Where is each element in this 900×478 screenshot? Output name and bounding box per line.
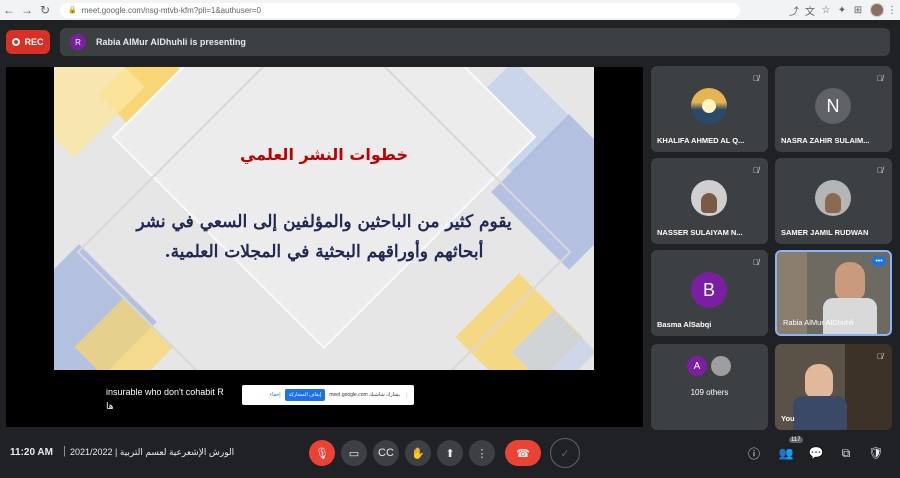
extension-icon[interactable]: ✦ — [834, 2, 850, 18]
avatar: B — [691, 272, 727, 308]
chat-button[interactable]: 💬 — [806, 443, 826, 463]
record-icon — [12, 38, 21, 46]
participant-name: NASSER SULAIYAM N... — [657, 228, 743, 237]
avatar — [691, 180, 727, 216]
separator: | — [63, 445, 66, 457]
stop-sharing-button[interactable]: إيقاف المشاركة — [284, 389, 326, 401]
participant-name: NASRA ZAHIR SULAIM... — [781, 136, 870, 145]
mic-off-icon: 🎙̸ — [753, 73, 759, 83]
hand-icon: ✋ — [411, 447, 425, 460]
drag-handle-icon[interactable]: ⋮ — [404, 392, 410, 399]
meeting-clock: 11:20 AM — [10, 447, 53, 458]
participant-tile-active[interactable]: ••• Rabia AlMur AlDhuhli — [775, 250, 892, 336]
participant-tile[interactable]: 🎙̸ NASSER SULAIYAM N... — [651, 158, 768, 244]
profile-icon[interactable] — [870, 3, 884, 17]
mic-off-icon: 🎙 — [315, 447, 329, 460]
screen-share-bar: ⋮ يشارك شاشتك meet.google.com إيقاف المش… — [242, 385, 414, 405]
video-feed — [823, 298, 877, 334]
leave-call-button[interactable]: ☎ — [505, 440, 541, 466]
people-button[interactable]: 👥 — [776, 443, 796, 463]
meeting-title: 2021/2022 | الورش الإشعرعية لعسم التربية — [70, 447, 235, 457]
mic-off-icon: 🎙̸ — [753, 257, 759, 267]
participant-tile[interactable]: 🎙̸ N NASRA ZAHIR SULAIM... — [775, 66, 892, 152]
captions-icon: CC — [378, 447, 394, 459]
participant-name: SAMER JAMIL RUDWAN — [781, 228, 869, 237]
shield-icon: 🛡 — [868, 446, 884, 460]
people-icon: 👥 — [778, 446, 794, 460]
present-icon: ⬆ — [445, 447, 455, 460]
mic-off-icon: 🎙̸ — [877, 73, 883, 83]
mic-off-icon: 🎙̸ — [877, 351, 883, 361]
video-feed — [793, 396, 847, 430]
avatar: A — [687, 356, 707, 376]
activities-icon: ⧉ — [841, 445, 851, 460]
avatar — [711, 356, 731, 376]
back-icon[interactable]: ← — [0, 1, 18, 19]
mic-off-icon: 🎙̸ — [877, 165, 883, 175]
participant-tile[interactable]: 🎙̸ B Basma AlSabqi — [651, 250, 768, 336]
participant-name: Basma AlSabqi — [657, 320, 712, 329]
camera-toggle-button[interactable]: ▭ — [341, 440, 367, 466]
check-button[interactable]: ✓ — [550, 438, 580, 468]
raise-hand-button[interactable]: ✋ — [405, 440, 431, 466]
video-feed — [805, 364, 833, 398]
people-count-badge: 117 — [789, 437, 803, 443]
avatar — [691, 88, 727, 124]
avatar — [815, 180, 851, 216]
participant-tile[interactable]: 🎙̸ SAMER JAMIL RUDWAN — [775, 158, 892, 244]
more-vert-icon: ⋮ — [476, 447, 488, 460]
activities-button[interactable]: ⧉ — [836, 443, 856, 463]
captions-button[interactable]: CC — [373, 440, 399, 466]
meet-window: ← → ↻ 🔒 meet.google.com/nsg-mtvb-kfm?pli… — [0, 0, 900, 478]
address-bar[interactable]: 🔒 meet.google.com/nsg-mtvb-kfm?pli=1&aut… — [60, 2, 740, 18]
video-feed — [835, 262, 865, 300]
meeting-details-button[interactable]: ⓘ — [744, 443, 764, 463]
slide-title: خطوات النشر العلمي — [239, 145, 409, 164]
slide: خطوات النشر العلمي يقوم كثير من الباحثين… — [54, 67, 594, 370]
browser-toolbar: ← → ↻ 🔒 meet.google.com/nsg-mtvb-kfm?pli… — [0, 0, 900, 20]
more-options-icon[interactable]: ••• — [872, 256, 886, 266]
presenting-banner: R Rabia AlMur AlDhuhli is presenting — [60, 28, 890, 56]
camera-icon: ▭ — [348, 447, 360, 460]
rec-label: REC — [24, 37, 44, 47]
share-status-text: يشارك شاشتك meet.google.com — [329, 392, 400, 398]
star-icon[interactable]: ☆ — [818, 2, 834, 18]
host-controls-button[interactable]: 🛡 — [866, 443, 886, 463]
presenting-text: Rabia AlMur AlDhuhli is presenting — [96, 37, 246, 47]
present-button[interactable]: ⬆ — [437, 440, 463, 466]
others-tile[interactable]: A 109 others — [651, 344, 768, 430]
translate-icon[interactable]: 文 — [802, 2, 818, 18]
participant-tile[interactable]: 🎙̸ KHALIFA AHMED AL Q... — [651, 66, 768, 152]
puzzle-icon[interactable]: ⊞ — [850, 2, 866, 18]
url-text: meet.google.com/nsg-mtvb-kfm?pli=1&authu… — [81, 5, 261, 15]
participant-name: Rabia AlMur AlDhuhli — [783, 318, 854, 327]
mic-toggle-button[interactable]: 🎙 — [309, 440, 335, 466]
hide-button[interactable]: إخفاء — [270, 392, 281, 398]
self-tile[interactable]: 🎙̸ You — [775, 344, 892, 430]
forward-icon[interactable]: → — [18, 1, 36, 19]
others-count: 109 others — [690, 388, 729, 397]
menu-icon[interactable]: ⋮ — [884, 2, 900, 18]
participant-name: You — [781, 414, 795, 423]
recording-button[interactable]: REC — [6, 30, 50, 54]
share-page-icon[interactable]: ⤴ — [786, 2, 802, 18]
presentation-stage[interactable]: خطوات النشر العلمي يقوم كثير من الباحثين… — [6, 67, 643, 427]
slide-body: يقوم كثير من الباحثين والمؤلفين إلى السع… — [136, 212, 512, 262]
avatar: N — [815, 88, 851, 124]
lock-icon: 🔒 — [68, 7, 77, 14]
check-icon: ✓ — [560, 447, 570, 460]
hang-up-icon: ☎ — [516, 447, 530, 460]
more-options-button[interactable]: ⋮ — [469, 440, 495, 466]
reload-icon[interactable]: ↻ — [36, 1, 54, 19]
avatar: R — [70, 34, 86, 50]
info-icon: ⓘ — [747, 446, 760, 461]
chat-icon: 💬 — [808, 446, 824, 460]
participant-name: KHALIFA AHMED AL Q... — [657, 136, 745, 145]
mic-off-icon: 🎙̸ — [753, 165, 759, 175]
